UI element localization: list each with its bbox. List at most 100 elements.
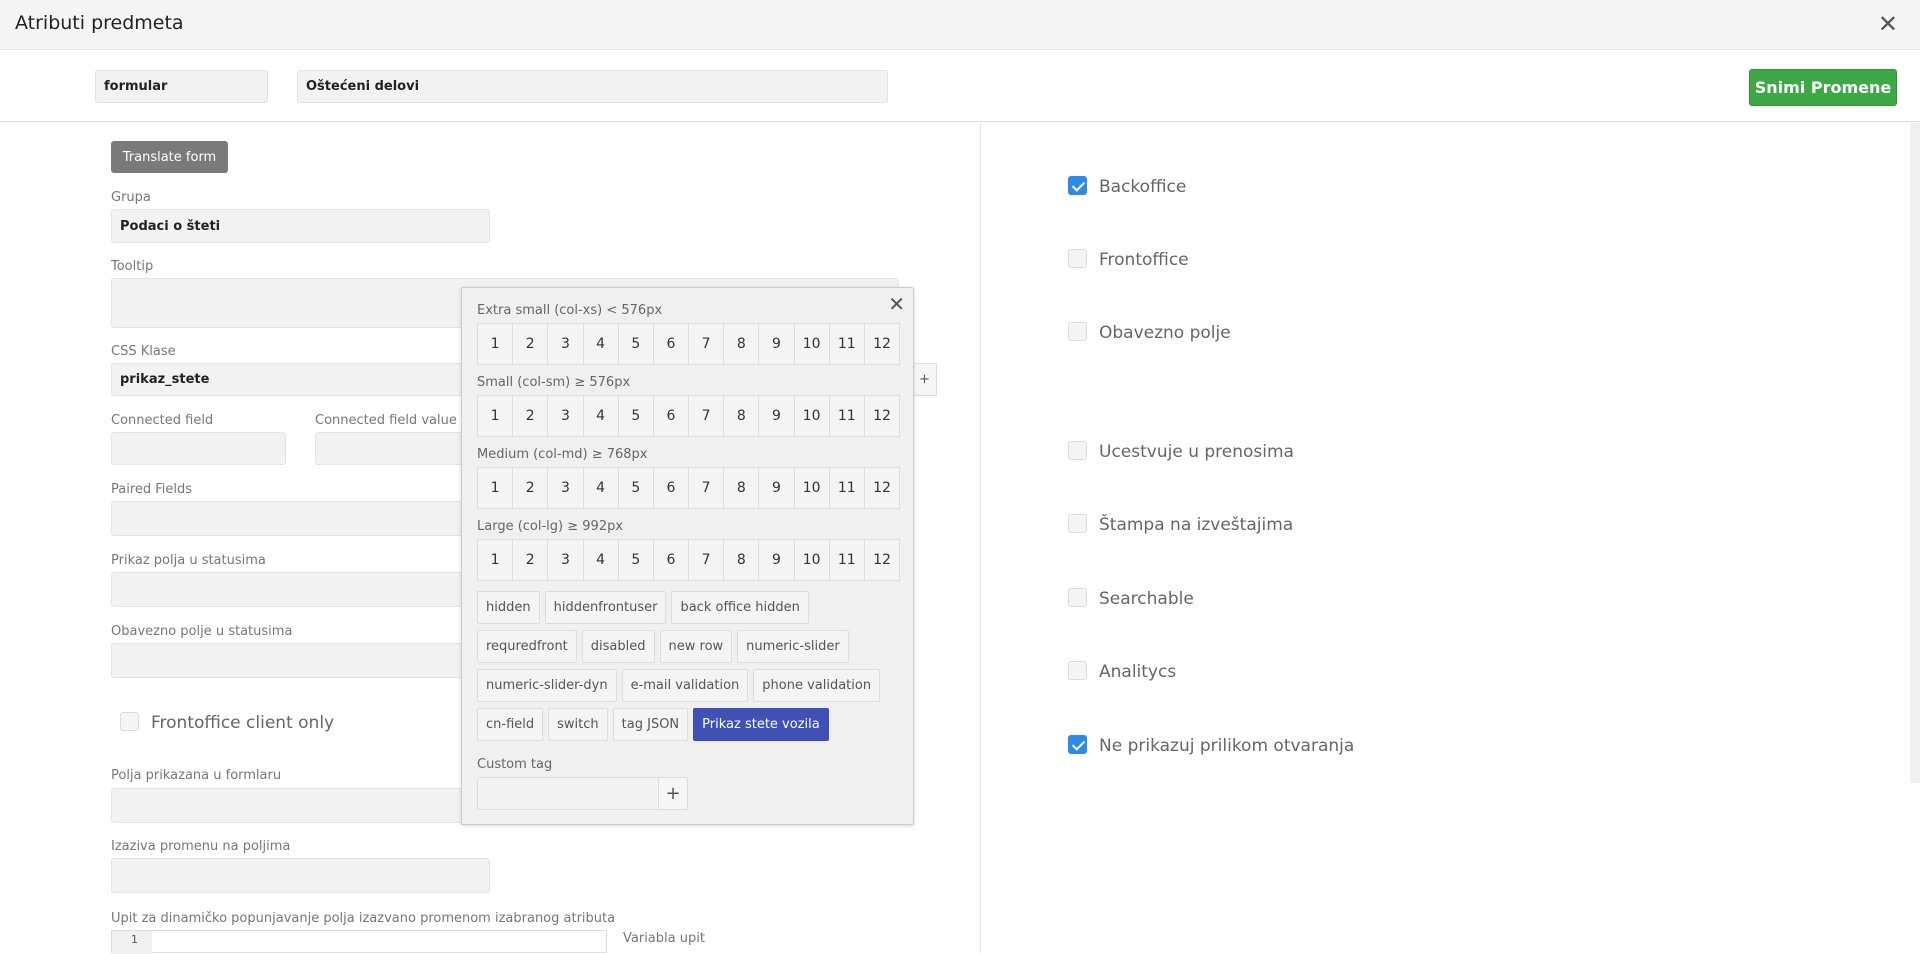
- status-fields-input[interactable]: [111, 572, 471, 607]
- xs-col-10-button[interactable]: 10: [795, 324, 830, 364]
- xs-col-6-button[interactable]: 6: [654, 324, 690, 364]
- md-col-1-button[interactable]: 1: [478, 468, 514, 508]
- sm-col-2-button[interactable]: 2: [513, 396, 549, 436]
- query-code-editor[interactable]: 1: [111, 930, 607, 954]
- xs-col-2-button[interactable]: 2: [513, 324, 549, 364]
- tag-button[interactable]: numeric-slider: [737, 630, 849, 663]
- grupa-input[interactable]: Podaci o šteti: [111, 209, 490, 243]
- xs-col-3-button[interactable]: 3: [548, 324, 584, 364]
- md-col-2-button[interactable]: 2: [513, 468, 549, 508]
- md-col-9-button[interactable]: 9: [759, 468, 795, 508]
- tag-button[interactable]: e-mail validation: [621, 669, 749, 702]
- ne-prikazuj-checkbox[interactable]: [1068, 735, 1087, 754]
- md-col-7-button[interactable]: 7: [689, 468, 725, 508]
- xs-col-8-button[interactable]: 8: [724, 324, 760, 364]
- md-col-3-button[interactable]: 3: [548, 468, 584, 508]
- lg-col-6-button[interactable]: 6: [654, 540, 690, 580]
- lg-col-1-button[interactable]: 1: [478, 540, 514, 580]
- scrollbar[interactable]: [1910, 123, 1920, 783]
- md-col-11-button[interactable]: 11: [830, 468, 865, 508]
- tag-list: hidden hiddenfrontuser back office hidden r…: [477, 591, 907, 747]
- custom-tag-add-button[interactable]: +: [658, 777, 688, 810]
- xs-col-4-button[interactable]: 4: [584, 324, 619, 364]
- translate-form-button[interactable]: Translate form: [111, 141, 228, 173]
- tag-button[interactable]: new row: [659, 630, 733, 663]
- xs-col-5-button[interactable]: 5: [619, 324, 654, 364]
- css-add-button[interactable]: +: [912, 363, 937, 396]
- md-col-8-button[interactable]: 8: [724, 468, 760, 508]
- query-variable-label: Variabla upit: [623, 931, 705, 946]
- xs-col-1-button[interactable]: 1: [478, 324, 514, 364]
- required-status-input[interactable]: [111, 643, 471, 678]
- name-input[interactable]: formular: [95, 70, 268, 103]
- searchable-checkbox[interactable]: [1068, 588, 1087, 607]
- custom-tag-input[interactable]: [477, 777, 659, 810]
- lg-col-2-button[interactable]: 2: [513, 540, 549, 580]
- backoffice-checkbox[interactable]: [1068, 176, 1087, 195]
- sm-col-4-button[interactable]: 4: [584, 396, 619, 436]
- backoffice-label: Backoffice: [1099, 177, 1187, 197]
- paired-fields-input[interactable]: [111, 501, 471, 536]
- save-button[interactable]: Snimi Promene: [1749, 69, 1897, 106]
- tag-button[interactable]: hiddenfrontuser: [544, 591, 667, 624]
- tag-button[interactable]: phone validation: [753, 669, 881, 702]
- connected-value-label: Connected field value: [315, 413, 457, 428]
- frontoffice-checkbox[interactable]: [1068, 249, 1087, 268]
- sm-col-3-button[interactable]: 3: [548, 396, 584, 436]
- md-col-5-button[interactable]: 5: [619, 468, 654, 508]
- lg-col-5-button[interactable]: 5: [619, 540, 654, 580]
- shown-fields-input[interactable]: [111, 788, 471, 823]
- changes-input[interactable]: [111, 858, 490, 893]
- sm-col-11-button[interactable]: 11: [830, 396, 865, 436]
- sm-col-7-button[interactable]: 7: [689, 396, 725, 436]
- code-line-number: 1: [112, 931, 152, 954]
- popup-close-icon[interactable]: ✕: [888, 292, 905, 316]
- xs-col-7-button[interactable]: 7: [689, 324, 725, 364]
- xs-col-9-button[interactable]: 9: [759, 324, 795, 364]
- sm-col-6-button[interactable]: 6: [654, 396, 690, 436]
- stampa-checkbox[interactable]: [1068, 514, 1087, 533]
- lg-col-7-button[interactable]: 7: [689, 540, 725, 580]
- tag-button[interactable]: numeric-slider-dyn: [477, 669, 617, 702]
- lg-col-3-button[interactable]: 3: [548, 540, 584, 580]
- tag-button[interactable]: cn-field: [477, 708, 544, 741]
- lg-col-8-button[interactable]: 8: [724, 540, 760, 580]
- connected-field-input[interactable]: [111, 432, 286, 465]
- sm-col-9-button[interactable]: 9: [759, 396, 795, 436]
- lg-col-9-button[interactable]: 9: [759, 540, 795, 580]
- lg-col-11-button[interactable]: 11: [830, 540, 865, 580]
- tag-button[interactable]: Prikaz stete vozila: [693, 708, 829, 741]
- grupa-label: Grupa: [111, 190, 151, 205]
- sm-col-10-button[interactable]: 10: [795, 396, 830, 436]
- required-status-label: Obavezno polje u statusima: [111, 624, 293, 639]
- lg-col-10-button[interactable]: 10: [795, 540, 830, 580]
- obavezno-checkbox[interactable]: [1068, 322, 1087, 341]
- md-col-6-button[interactable]: 6: [654, 468, 690, 508]
- sm-col-12-button[interactable]: 12: [865, 396, 899, 436]
- tag-button[interactable]: tag JSON: [612, 708, 689, 741]
- modal-title: Atributi predmeta: [15, 12, 184, 34]
- md-col-4-button[interactable]: 4: [584, 468, 619, 508]
- label-input[interactable]: Oštećeni delovi: [297, 70, 888, 103]
- sm-col-8-button[interactable]: 8: [724, 396, 760, 436]
- connected-value-input[interactable]: [315, 432, 465, 465]
- tag-button[interactable]: switch: [548, 708, 608, 741]
- ucestvuje-checkbox[interactable]: [1068, 441, 1087, 460]
- md-col-12-button[interactable]: 12: [865, 468, 899, 508]
- xs-col-12-button[interactable]: 12: [865, 324, 899, 364]
- lg-col-12-button[interactable]: 12: [865, 540, 899, 580]
- sm-col-5-button[interactable]: 5: [619, 396, 654, 436]
- md-col-10-button[interactable]: 10: [795, 468, 830, 508]
- close-icon[interactable]: ✕: [1878, 10, 1898, 38]
- analitycs-checkbox[interactable]: [1068, 661, 1087, 680]
- xs-label: Extra small (col-xs) < 576px: [477, 303, 663, 318]
- lg-col-4-button[interactable]: 4: [584, 540, 619, 580]
- xs-col-11-button[interactable]: 11: [830, 324, 865, 364]
- tooltip-label: Tooltip: [111, 259, 154, 274]
- frontoffice-client-checkbox[interactable]: [120, 712, 139, 731]
- tag-button[interactable]: back office hidden: [671, 591, 809, 624]
- tag-button[interactable]: requredfront: [477, 630, 577, 663]
- sm-col-1-button[interactable]: 1: [478, 396, 514, 436]
- tag-button[interactable]: disabled: [581, 630, 655, 663]
- tag-button[interactable]: hidden: [477, 591, 540, 624]
